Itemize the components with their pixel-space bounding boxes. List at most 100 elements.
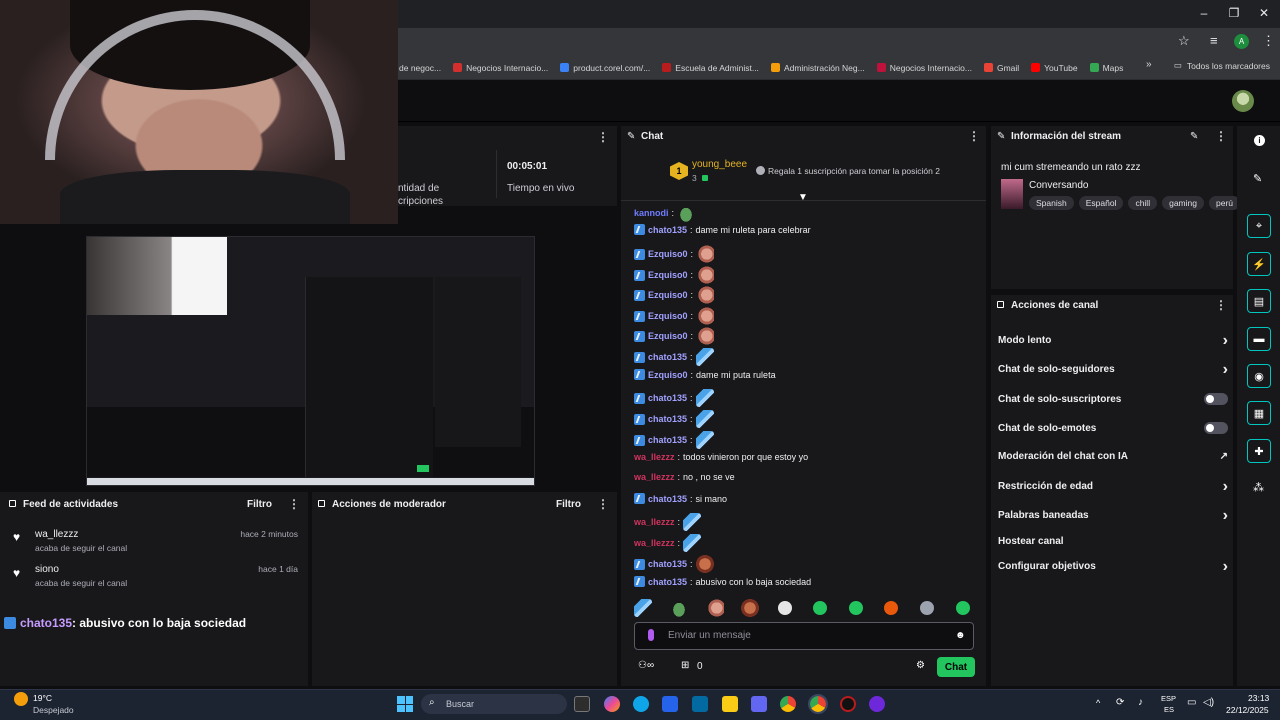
hand-emote-icon[interactable] (696, 266, 715, 284)
chat-username[interactable]: chato135 (648, 225, 687, 235)
bookmark-star-icon[interactable]: ☆ (1178, 33, 1190, 49)
lightning-icon[interactable]: ⚡ (1247, 252, 1271, 276)
all-bookmarks-folder[interactable]: ▭ Todos los marcadores (1174, 60, 1270, 71)
chat-username[interactable]: Ezquiso0 (648, 331, 688, 341)
task-view-icon[interactable] (574, 696, 590, 712)
chat-username[interactable]: chato135 (648, 577, 687, 587)
teams-icon[interactable] (751, 696, 767, 712)
chat-username[interactable]: wa_llezzz (634, 472, 675, 482)
more-options-icon[interactable]: ⋮ (1215, 298, 1227, 312)
tag[interactable]: perú (1208, 196, 1240, 210)
feed-user[interactable]: wa_llezzz (35, 529, 78, 540)
layout-icon[interactable]: ▦ (1247, 401, 1271, 425)
bookmark-item[interactable]: Negocios Internacio... (453, 63, 548, 73)
badge-icon[interactable] (634, 413, 645, 425)
taskbar-search[interactable]: ⌕ Buscar (421, 694, 567, 714)
bookmark-item[interactable]: Maps (1089, 63, 1123, 73)
store-icon[interactable] (662, 696, 678, 712)
badge-icon[interactable] (634, 434, 645, 446)
channel-action-row[interactable]: Configurar objetivos › (998, 558, 1228, 574)
channel-action-row[interactable]: Moderación del chat con IA ↗ (998, 451, 1228, 462)
chat-bubble-icon[interactable]: ▬ (1247, 327, 1271, 351)
chat-username[interactable]: wa_llezzz (634, 538, 675, 548)
channel-action-row[interactable]: Chat de solo-emotes (998, 422, 1228, 434)
mic-icon[interactable] (648, 629, 654, 641)
edge-icon[interactable] (633, 696, 649, 712)
blue-emote-icon[interactable] (683, 513, 702, 531)
badge-icon[interactable] (634, 269, 645, 281)
tray-chevron-icon[interactable]: ^ (1096, 698, 1100, 708)
chrome-active-icon[interactable] (808, 694, 828, 714)
chat-username[interactable]: Ezquiso0 (648, 270, 688, 280)
emote-shortcut-icon[interactable] (849, 601, 863, 615)
chat-username[interactable]: chato135 (648, 414, 687, 424)
badge-icon[interactable] (634, 558, 645, 570)
chat-username[interactable]: chato135 (648, 559, 687, 569)
tag[interactable]: gaming (1162, 196, 1204, 210)
bookmark-item[interactable]: YouTube (1031, 63, 1078, 73)
channel-action-row[interactable]: Chat de solo-seguidores › (998, 361, 1228, 377)
discord-icon[interactable] (869, 696, 885, 712)
chrome-icon[interactable] (780, 696, 796, 712)
mod-filter-button[interactable]: Filtro (556, 499, 581, 510)
blue-emote-icon[interactable] (683, 534, 702, 552)
lang-top[interactable]: ESP (1161, 694, 1176, 703)
edit-icon[interactable]: ✎ (1190, 131, 1198, 142)
clock-date[interactable]: 22/12/2025 (1226, 705, 1269, 715)
channel-action-row[interactable]: Restricción de edad › (998, 478, 1228, 494)
clipboard-icon[interactable]: ▤ (1247, 289, 1271, 313)
emote-shortcut-icon[interactable] (884, 601, 898, 615)
blue-emote-icon[interactable] (695, 431, 714, 449)
edit-icon[interactable]: ✎ (1253, 172, 1262, 185)
blue-emote-icon[interactable] (695, 348, 714, 366)
windows-start-icon[interactable] (397, 696, 413, 712)
channel-points-icon[interactable]: ⚇∞ (638, 660, 654, 671)
more-options-icon[interactable]: ⋮ (597, 130, 609, 144)
badge-icon[interactable] (634, 224, 645, 235)
chat-username[interactable]: chato135 (648, 393, 687, 403)
extensions-icon[interactable]: ⁂ (1253, 481, 1264, 494)
collapse-icon[interactable]: ▼ (798, 192, 808, 203)
emote-shortcut-icon[interactable] (920, 601, 934, 615)
emote-shortcut-icon[interactable] (813, 601, 827, 615)
chat-username[interactable]: chato135 (648, 494, 687, 504)
emote-shortcut-icon[interactable] (670, 599, 688, 617)
minimize-icon[interactable]: – (1194, 6, 1214, 20)
copilot-icon[interactable] (604, 696, 620, 712)
hand-emote-icon[interactable] (696, 245, 715, 263)
lang-bottom[interactable]: ES (1164, 705, 1174, 714)
network-icon[interactable]: ▭ (1187, 697, 1196, 708)
emote-shortcut-icon[interactable] (778, 601, 792, 615)
close-icon[interactable]: ✕ (1254, 6, 1274, 20)
emoji-icon[interactable]: ☻ (955, 630, 966, 641)
tag[interactable]: chill (1128, 196, 1158, 210)
blue-emote-icon[interactable] (695, 410, 714, 428)
profile-icon[interactable]: A (1234, 34, 1249, 49)
chat-username[interactable]: chato135 (648, 435, 687, 445)
outlook-icon[interactable] (692, 696, 708, 712)
hand-emote-icon[interactable] (696, 286, 715, 304)
feed-filter-button[interactable]: Filtro (247, 499, 272, 510)
chat-username[interactable]: chato135 (648, 352, 687, 362)
badge-icon[interactable] (634, 330, 645, 342)
settings-icon[interactable]: ⚙ (916, 660, 925, 671)
camera-icon[interactable]: ⌖ (1247, 214, 1271, 238)
wrench-icon[interactable]: ✚ (1247, 439, 1271, 463)
chat-username[interactable]: Ezquiso0 (648, 290, 688, 300)
chat-username[interactable]: wa_llezzz (634, 517, 675, 527)
emote-shortcut-icon[interactable] (706, 599, 724, 617)
channel-action-row[interactable]: Modo lento › (998, 332, 1228, 348)
frog-emote-icon[interactable] (677, 204, 696, 222)
badge-icon[interactable] (634, 493, 645, 504)
badge-icon[interactable] (634, 289, 645, 301)
feed-user[interactable]: siono (35, 564, 59, 575)
hand-emote-icon[interactable] (696, 327, 715, 345)
more-options-icon[interactable]: ⋮ (968, 129, 980, 143)
clock-time[interactable]: 23:13 (1248, 693, 1269, 703)
channel-action-row[interactable]: Hostear canal (998, 536, 1228, 547)
more-options-icon[interactable]: ⋮ (288, 497, 300, 511)
chat-input[interactable]: Enviar un mensaje ☻ (634, 622, 974, 650)
toggle-switch[interactable] (1204, 393, 1228, 405)
bookmark-item[interactable]: Negocios Internacio... (876, 63, 972, 73)
chat-username[interactable]: wa_llezzz (634, 452, 675, 462)
